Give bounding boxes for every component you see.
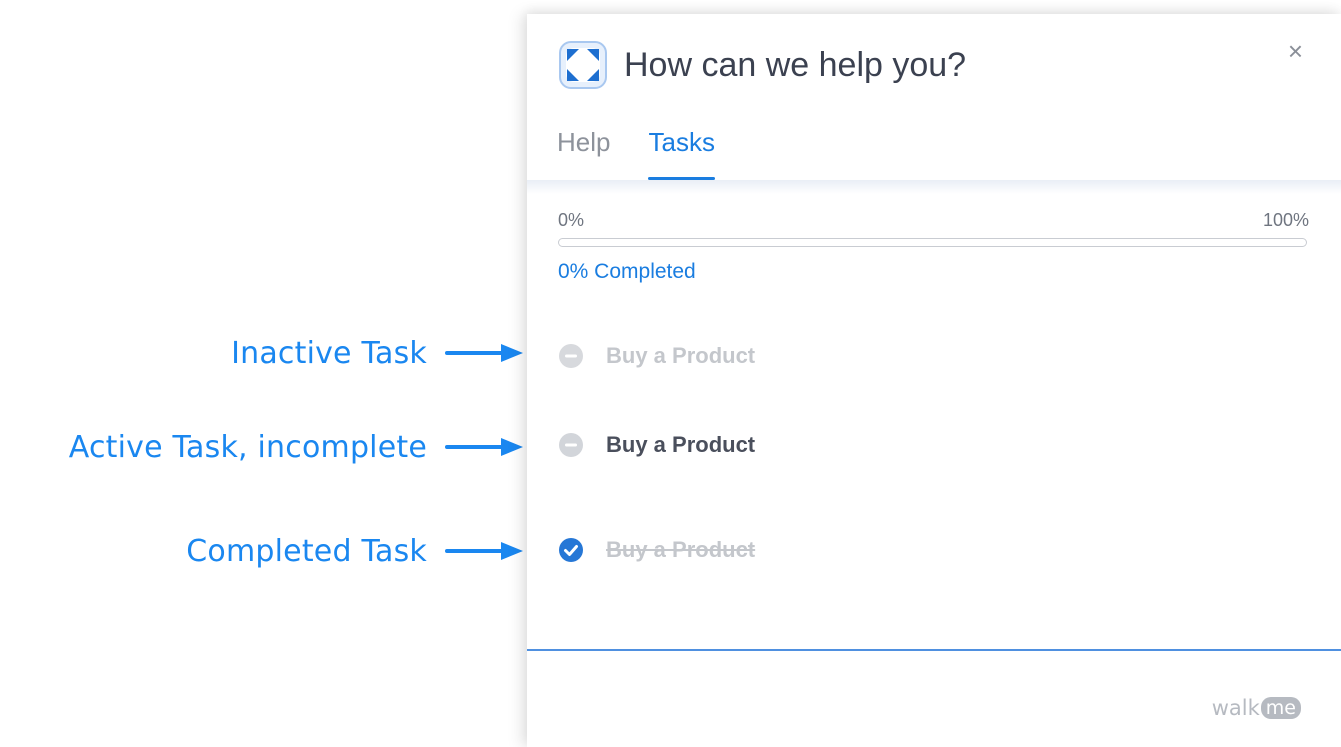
- annotation-completed-task: Completed Task: [0, 531, 525, 571]
- progress-min-label: 0%: [558, 210, 585, 230]
- minus-circle-icon: [559, 433, 583, 457]
- close-icon[interactable]: ×: [1288, 38, 1303, 64]
- task-label: Buy a Product: [606, 537, 756, 562]
- annotation-active-task: Active Task, incomplete: [0, 427, 525, 467]
- task-item-inactive: Buy a Product: [558, 342, 755, 370]
- progress-completed-label: 0% Completed: [558, 260, 696, 283]
- header-divider: [527, 180, 1341, 194]
- tab-tasks[interactable]: Tasks: [648, 127, 716, 180]
- task-label: Buy a Product: [606, 432, 756, 457]
- task-item-completed: Buy a Product: [558, 536, 755, 564]
- brand-prefix: walk: [1211, 696, 1260, 720]
- arrow-right-icon: [445, 438, 523, 456]
- widget-tabs: Help Tasks: [557, 127, 716, 180]
- brand-suffix: me: [1260, 697, 1301, 719]
- annotation-label: Completed Task: [186, 533, 427, 569]
- tab-help[interactable]: Help: [557, 127, 610, 180]
- walkme-logo[interactable]: walk me: [1212, 696, 1301, 720]
- progress-bar: [558, 238, 1307, 247]
- annotation-label: Active Task, incomplete: [68, 429, 427, 465]
- lifebuoy-logo-icon: [559, 41, 607, 89]
- progress-max-label: 100%: [1262, 210, 1309, 230]
- task-item-active[interactable]: Buy a Product: [558, 431, 755, 459]
- widget-title: How can we help you?: [624, 46, 967, 84]
- help-widget-panel: How can we help you? × Help Tasks 0% 100…: [527, 14, 1341, 747]
- task-label: Buy a Product: [606, 343, 756, 368]
- arrow-right-icon: [445, 344, 523, 362]
- footer-divider: [527, 649, 1341, 651]
- widget-header: How can we help you? × Help Tasks: [527, 14, 1341, 184]
- arrow-right-icon: [445, 542, 523, 560]
- check-circle-icon: [559, 538, 583, 562]
- annotation-inactive-task: Inactive Task: [0, 333, 525, 373]
- annotation-label: Inactive Task: [231, 335, 427, 371]
- minus-circle-icon: [559, 344, 583, 368]
